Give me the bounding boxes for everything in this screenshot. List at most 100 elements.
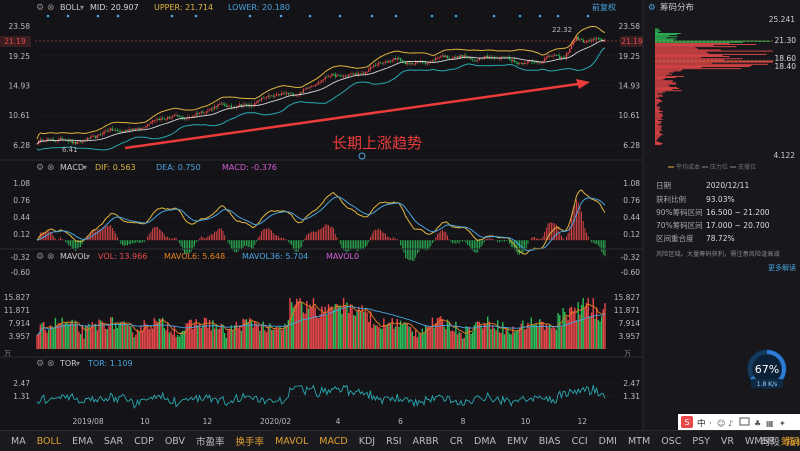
chip-bar: [655, 67, 702, 69]
chevron-down-icon[interactable]: ▾: [80, 3, 84, 12]
y-tick-label: 1.08: [13, 179, 30, 188]
indicator-tab-vr[interactable]: VR: [721, 436, 734, 447]
y-tick-label: 0.44: [13, 213, 30, 222]
chip-settings-gear-icon[interactable]: ⚙: [648, 3, 656, 13]
volume-bar: [118, 323, 120, 349]
indicator-tab-emv[interactable]: EMV: [507, 436, 528, 447]
volume-bar: [497, 320, 499, 349]
indicator-tab-arbr[interactable]: ARBR: [413, 436, 439, 447]
indicator-tab-boll[interactable]: BOLL: [37, 436, 61, 447]
volume-bar: [421, 328, 424, 349]
volume-bar: [492, 325, 494, 349]
indicator-tab-kdj[interactable]: KDJ: [359, 436, 375, 447]
indicator-tab-rsi[interactable]: RSI: [386, 436, 401, 447]
ime-logo-letter: S: [684, 418, 689, 427]
settings-gear-icon[interactable]: ⚙: [36, 3, 44, 13]
macd-indicator-name[interactable]: MACD: [60, 163, 84, 172]
indicator-tab-dma[interactable]: DMA: [474, 436, 496, 447]
restore-right-link[interactable]: 前复权: [592, 2, 616, 12]
indicator-tab-pe[interactable]: 市盈率: [196, 434, 225, 448]
chip-bar: [655, 34, 678, 36]
skin-icon[interactable]: ♣: [754, 419, 761, 428]
candle-body: [177, 114, 179, 117]
x-tick-label: 10: [140, 417, 150, 426]
candle-body: [69, 140, 72, 142]
volume-bar: [483, 323, 486, 349]
candle-body: [460, 55, 462, 58]
event-dot: [518, 14, 522, 18]
indicator-tab-bias[interactable]: BIAS: [539, 436, 561, 447]
candle-body: [207, 110, 209, 112]
close-circle-icon[interactable]: ⊗: [47, 252, 55, 262]
emoji-icon[interactable]: ☺: [717, 419, 725, 428]
candle-body: [277, 94, 279, 95]
indicator-tab-mtm[interactable]: MTM: [628, 436, 650, 447]
more-interpretation-link[interactable]: 更多解读: [768, 263, 796, 272]
tor-indicator-name[interactable]: TOR: [59, 359, 77, 368]
volume-bar: [111, 317, 114, 349]
mavol0-value: MAVOL0: [326, 252, 359, 261]
candle-body: [78, 141, 80, 143]
volume-bar: [175, 337, 177, 349]
candle-body: [244, 104, 246, 106]
ime-punct-indicator[interactable]: ·: [709, 419, 712, 429]
chart-canvas[interactable]: ⚙ ⊗ BOLL ▾ MID: 20.907 UPPER: 21.714 LOW…: [0, 0, 800, 430]
toolbox-icon[interactable]: ✦: [779, 419, 786, 428]
indicator-tab-osc[interactable]: OSC: [661, 436, 681, 447]
info-label: 区间重合度: [656, 233, 694, 243]
volume-bar: [280, 330, 283, 349]
chip-bar: [655, 119, 659, 121]
candle-body: [99, 134, 102, 136]
x-tick-label: 8: [461, 417, 466, 426]
candle-body: [371, 66, 373, 68]
indicator-tab-cr[interactable]: CR: [450, 436, 463, 447]
volume-bar: [374, 325, 377, 349]
candle-body: [153, 120, 155, 121]
chevron-down-icon[interactable]: ▾: [76, 359, 80, 368]
indicator-tab-psy[interactable]: PSY: [692, 436, 710, 447]
chip-tab[interactable]: 筹码: [781, 434, 800, 448]
chevron-down-icon[interactable]: ▾: [83, 163, 87, 172]
network-speed-widget[interactable]: 67% 1.8 K/s: [747, 349, 787, 389]
ime-language-indicator[interactable]: 中: [697, 418, 706, 429]
mavol-indicator-name[interactable]: MAVOL: [60, 252, 88, 261]
indicator-tab-ema[interactable]: EMA: [72, 436, 93, 447]
candle-body: [476, 60, 479, 61]
indicator-tab-cci[interactable]: CCI: [572, 436, 588, 447]
y-tick-label: 0.76: [13, 196, 30, 205]
grid-menu-icon[interactable]: ▦: [766, 419, 774, 428]
indicator-tab-mavol[interactable]: MAVOL: [275, 436, 308, 447]
indicator-tab-dmi[interactable]: DMI: [599, 436, 617, 447]
indicator-tab-cdp[interactable]: CDP: [134, 436, 154, 447]
time-period-tab[interactable]: 时段: [761, 434, 780, 448]
indicator-tab-turnover[interactable]: 换手率: [236, 434, 265, 448]
volume-bar: [63, 323, 65, 349]
indicator-tab-sar[interactable]: SAR: [104, 436, 123, 447]
microphone-icon[interactable]: ♪: [728, 419, 733, 428]
volume-bar: [39, 324, 42, 349]
indicator-tab-obv[interactable]: OBV: [165, 436, 185, 447]
volume-bar: [383, 318, 385, 349]
boll-indicator-name[interactable]: BOLL: [60, 3, 81, 12]
indicator-tab-ma[interactable]: MA: [11, 436, 26, 447]
volume-bar: [565, 317, 568, 349]
candle-body: [468, 57, 470, 59]
chevron-down-icon[interactable]: ▾: [86, 252, 90, 261]
event-dot: [248, 14, 252, 18]
close-circle-icon[interactable]: ⊗: [47, 359, 55, 369]
chip-bar: [655, 90, 682, 92]
candle-body: [543, 58, 546, 61]
settings-gear-icon[interactable]: ⚙: [36, 163, 44, 173]
volume-bar: [409, 326, 412, 349]
candle-body: [41, 139, 43, 141]
settings-gear-icon[interactable]: ⚙: [36, 252, 44, 262]
indicator-tab-macd[interactable]: MACD: [319, 436, 347, 447]
candle-body: [290, 93, 293, 95]
close-circle-icon[interactable]: ⊗: [47, 163, 55, 173]
x-tick-label: 10: [521, 417, 531, 426]
chip-bar: [655, 106, 661, 108]
close-circle-icon[interactable]: ⊗: [47, 3, 55, 13]
candle-body: [406, 62, 408, 65]
candle-body: [168, 116, 171, 119]
settings-gear-icon[interactable]: ⚙: [36, 359, 44, 369]
